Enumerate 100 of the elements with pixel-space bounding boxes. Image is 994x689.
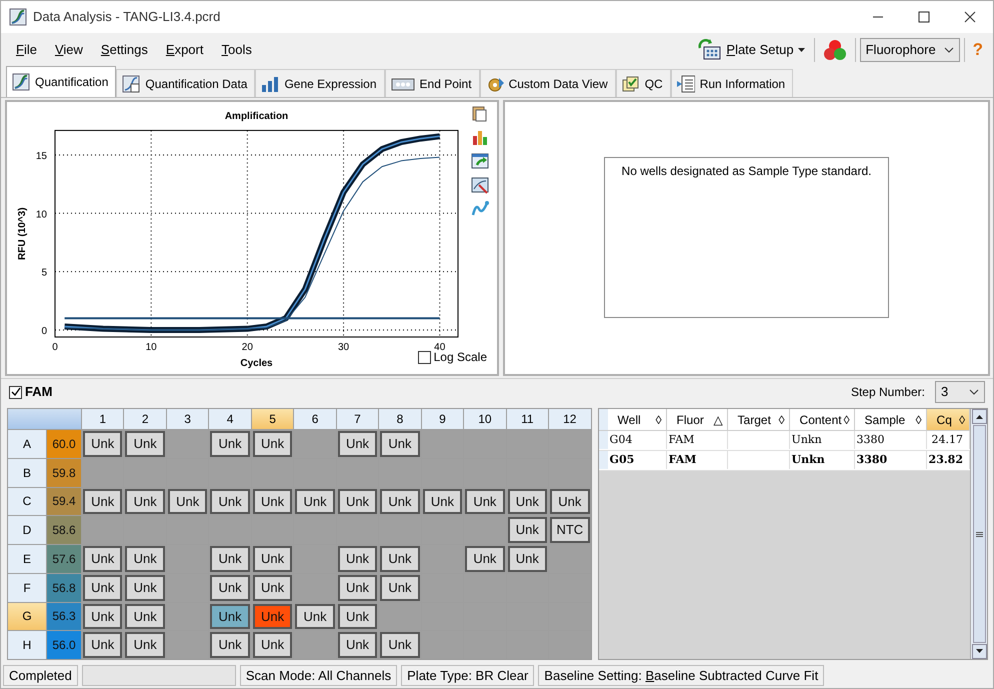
well[interactable]: Unk [252, 632, 292, 658]
bar-chart-icon[interactable] [471, 128, 489, 146]
well[interactable]: Unk [508, 546, 548, 572]
scrollbar[interactable] [970, 409, 987, 659]
column-header[interactable]: Target ◊ [728, 409, 790, 430]
well[interactable]: Unk [168, 488, 208, 514]
tab[interactable]: QC [616, 69, 671, 97]
well[interactable]: Unk [125, 431, 165, 457]
well[interactable]: Unk [380, 546, 420, 572]
column-header[interactable]: Cq ◊ [926, 409, 970, 430]
row-header[interactable]: H [8, 631, 46, 659]
well[interactable]: Unk [83, 488, 122, 514]
well[interactable]: Unk [338, 546, 378, 572]
tab[interactable]: Custom Data View [480, 69, 616, 97]
column-header[interactable]: 3 [166, 409, 208, 429]
well[interactable]: Unk [380, 488, 420, 514]
fluorophore-dropdown[interactable]: Fluorophore [860, 38, 960, 62]
row-selector[interactable] [598, 451, 608, 469]
well[interactable]: Unk [125, 574, 165, 600]
well[interactable]: Unk [252, 546, 292, 572]
well[interactable]: Unk [508, 517, 548, 543]
well[interactable]: NTC [550, 517, 590, 543]
column-header[interactable]: Content ◊ [790, 409, 855, 430]
menu-item[interactable]: View [46, 40, 92, 60]
well[interactable]: Unk [83, 431, 122, 457]
well[interactable]: Unk [508, 488, 548, 514]
well[interactable]: Unk [83, 574, 122, 600]
well[interactable]: Unk [252, 574, 292, 600]
well[interactable]: Unk [465, 546, 505, 572]
well[interactable]: Unk [380, 574, 420, 600]
column-header[interactable]: 5 [252, 409, 294, 429]
scroll-down-icon[interactable] [972, 644, 986, 659]
column-header[interactable]: 11 [506, 409, 548, 429]
column-header[interactable]: Fluor △ [666, 409, 728, 430]
well[interactable]: Unk [338, 488, 378, 514]
well[interactable]: Unk [83, 604, 122, 630]
step-number-dropdown[interactable]: 3 [935, 381, 985, 403]
menu-item[interactable]: Export [156, 40, 212, 60]
column-header[interactable]: 2 [124, 409, 166, 429]
tab[interactable]: Quantification Data [116, 69, 256, 97]
clipboard-icon[interactable] [471, 104, 489, 122]
well[interactable]: Unk [422, 488, 462, 514]
menu-item[interactable]: Tools [212, 40, 261, 60]
column-header[interactable]: 4 [209, 409, 251, 429]
well[interactable]: Unk [210, 604, 250, 630]
temperature-cell: 56.0 [47, 631, 81, 659]
tab[interactable]: Quantification [6, 66, 116, 97]
well[interactable]: Unk [338, 574, 378, 600]
well[interactable]: Unk [210, 632, 250, 658]
column-header[interactable]: 1 [82, 409, 124, 429]
row-header[interactable]: F [8, 574, 46, 602]
well[interactable]: Unk [380, 431, 420, 457]
well[interactable]: Unk [83, 546, 122, 572]
tab[interactable]: End Point [384, 69, 480, 97]
scroll-up-icon[interactable] [972, 409, 986, 424]
menu-item[interactable]: Settings [92, 40, 157, 60]
well[interactable]: Unk [210, 488, 250, 514]
column-header[interactable]: Well ◊ [608, 409, 667, 430]
x-tick-label: 10 [146, 342, 157, 353]
well[interactable]: Unk [338, 604, 378, 630]
column-header[interactable]: 9 [422, 409, 464, 429]
well[interactable]: Unk [338, 632, 378, 658]
well[interactable]: Unk [295, 488, 335, 514]
menu-item[interactable]: File [7, 40, 46, 60]
column-header[interactable]: 10 [464, 409, 506, 429]
chart-edit-icon[interactable] [471, 176, 489, 194]
well[interactable]: Unk [125, 604, 165, 630]
curve-icon[interactable] [471, 200, 489, 218]
well[interactable]: Unk [252, 488, 292, 514]
row-header[interactable]: G [8, 602, 46, 630]
well[interactable]: Unk [210, 546, 250, 572]
tab[interactable]: Gene Expression [255, 69, 385, 97]
well[interactable]: Unk [252, 431, 292, 457]
export-icon[interactable] [471, 152, 489, 170]
row-selector[interactable] [598, 431, 608, 449]
well[interactable]: Unk [550, 488, 590, 514]
well[interactable]: Unk [338, 431, 378, 457]
column-header[interactable]: 8 [379, 409, 421, 429]
fam-checkbox[interactable]: FAM [9, 382, 52, 402]
row-header[interactable]: A [8, 430, 46, 458]
well[interactable]: Unk [295, 604, 335, 630]
tab[interactable]: Run Information [670, 69, 794, 97]
row-header[interactable]: E [8, 545, 46, 573]
well[interactable]: Unk [125, 488, 165, 514]
well[interactable]: Unk [125, 632, 165, 658]
row-header[interactable]: D [8, 516, 46, 544]
well[interactable]: Unk [125, 546, 165, 572]
well[interactable]: Unk [83, 632, 122, 658]
well[interactable]: Unk [210, 574, 250, 600]
row-header[interactable]: B [8, 458, 46, 486]
well[interactable]: Unk [252, 604, 292, 630]
column-header[interactable]: 7 [336, 409, 378, 429]
plate-setup-button[interactable]: Plate Setup [694, 37, 810, 63]
column-header[interactable]: 12 [549, 409, 591, 429]
well[interactable]: Unk [210, 431, 250, 457]
column-header[interactable]: 6 [294, 409, 336, 429]
well[interactable]: Unk [465, 488, 505, 514]
well[interactable]: Unk [380, 632, 420, 658]
table-cell-text: FAM [668, 432, 694, 448]
row-header[interactable]: C [8, 488, 46, 516]
